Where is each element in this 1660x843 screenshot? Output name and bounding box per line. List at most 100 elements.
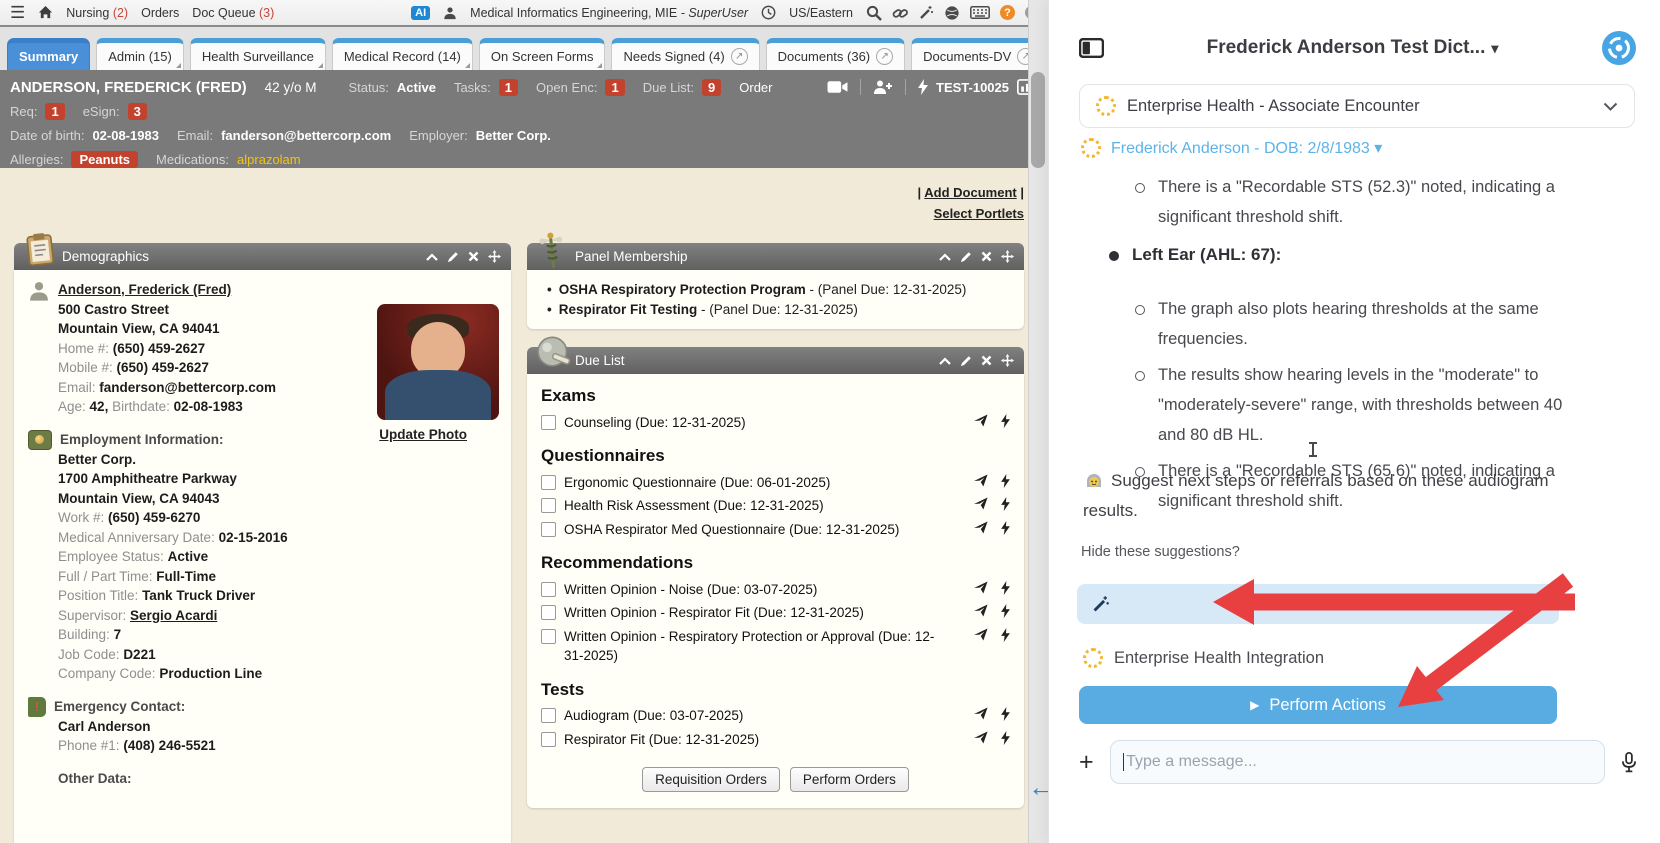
status-label: Status: <box>348 80 388 95</box>
bolt-icon[interactable] <box>918 79 928 95</box>
link-icon[interactable] <box>892 5 908 21</box>
checkbox[interactable] <box>541 629 556 644</box>
tasks-count-badge[interactable]: 1 <box>499 79 518 96</box>
nav-doc-queue[interactable]: Doc Queue (3) <box>192 6 274 20</box>
close-icon[interactable] <box>981 355 992 366</box>
nav-orders[interactable]: Orders <box>141 6 179 20</box>
order-link[interactable]: Order <box>739 80 772 95</box>
send-icon[interactable] <box>974 731 989 744</box>
bolt-icon[interactable] <box>1001 474 1010 488</box>
tab-needs-signed[interactable]: Needs Signed (4)↗ <box>611 38 759 70</box>
encounter-selector[interactable]: Enterprise Health - Associate Encounter <box>1079 84 1635 128</box>
req-count-badge[interactable]: 1 <box>45 103 64 120</box>
hide-suggestions-link[interactable]: Hide these suggestions? <box>1081 544 1240 560</box>
edit-icon[interactable] <box>447 251 459 263</box>
send-icon[interactable] <box>974 628 989 641</box>
send-icon[interactable] <box>974 497 989 510</box>
clock-icon[interactable] <box>761 5 776 20</box>
requisition-orders-button[interactable]: Requisition Orders <box>642 767 780 792</box>
checkbox[interactable] <box>541 415 556 430</box>
patient-name-link[interactable]: Anderson, Frederick (Fred) <box>58 280 276 300</box>
bolt-icon[interactable] <box>1001 581 1010 595</box>
tab-admin[interactable]: Admin (15) <box>96 38 184 70</box>
add-person-icon[interactable] <box>873 79 893 95</box>
address-line1: 500 Castro Street <box>58 300 276 320</box>
edit-icon[interactable] <box>960 251 972 263</box>
checkbox[interactable] <box>541 708 556 723</box>
bolt-icon[interactable] <box>1001 707 1010 721</box>
external-link-icon[interactable]: ↗ <box>731 48 748 65</box>
edit-icon[interactable] <box>960 355 972 367</box>
send-icon[interactable] <box>974 474 989 487</box>
add-document-link[interactable]: Add Document <box>924 185 1016 200</box>
scrollbar-thumb[interactable] <box>1031 72 1045 168</box>
keyboard-icon[interactable] <box>970 6 990 19</box>
bolt-icon[interactable] <box>1001 628 1010 642</box>
sidebar-toggle-icon[interactable] <box>1079 38 1104 58</box>
suggestion-text[interactable]: Suggest next steps or referrals based on… <box>1083 466 1593 526</box>
move-icon[interactable] <box>1001 250 1014 263</box>
tab-on-screen-forms[interactable]: On Screen Forms <box>479 38 606 70</box>
update-photo-link[interactable]: Update Photo <box>379 425 467 445</box>
bolt-icon[interactable] <box>1001 604 1010 618</box>
conversation-title[interactable]: Frederick Anderson Test Dict...▾ <box>1104 37 1601 59</box>
message-input[interactable]: Type a message... <box>1110 740 1605 784</box>
allergy-badge[interactable]: Peanuts <box>71 151 138 168</box>
mic-icon[interactable] <box>1621 752 1637 773</box>
wand-icon[interactable] <box>918 5 934 21</box>
tab-health-surveillance[interactable]: Health Surveillance <box>190 38 326 70</box>
globe-icon[interactable] <box>944 5 960 21</box>
esign-count-badge[interactable]: 3 <box>128 103 147 120</box>
checkbox[interactable] <box>541 522 556 537</box>
suggestion-action-bar[interactable] <box>1077 584 1559 624</box>
bolt-icon[interactable] <box>1001 497 1010 511</box>
open-enc-count-badge[interactable]: 1 <box>605 79 624 96</box>
tab-summary[interactable]: Summary <box>7 38 90 70</box>
video-camera-icon[interactable] <box>827 80 848 94</box>
hamburger-menu-icon[interactable]: ☰ <box>10 4 25 21</box>
move-icon[interactable] <box>1001 354 1014 367</box>
collapse-icon[interactable] <box>939 357 951 365</box>
ai-badge[interactable]: AI <box>411 6 430 20</box>
medication-value[interactable]: alprazolam <box>237 152 301 167</box>
perform-actions-button[interactable]: ▶ Perform Actions <box>1079 686 1557 724</box>
close-icon[interactable] <box>468 251 479 262</box>
bolt-icon[interactable] <box>1001 414 1010 428</box>
tab-medical-record[interactable]: Medical Record (14) <box>332 38 473 70</box>
home-icon[interactable] <box>38 5 53 20</box>
checkbox[interactable] <box>541 498 556 513</box>
bolt-icon[interactable] <box>1001 731 1010 745</box>
nav-nursing[interactable]: Nursing (2) <box>66 6 128 20</box>
external-link-icon[interactable]: ↗ <box>876 48 893 65</box>
panel-membership-header[interactable]: Panel Membership <box>527 243 1024 270</box>
other-data-title: Other Data: <box>58 769 497 789</box>
bolt-icon[interactable] <box>1001 521 1010 535</box>
checkbox[interactable] <box>541 475 556 490</box>
demographics-header[interactable]: Demographics <box>14 243 511 270</box>
collapse-icon[interactable] <box>939 253 951 261</box>
send-icon[interactable] <box>974 581 989 594</box>
send-icon[interactable] <box>974 604 989 617</box>
tab-documents[interactable]: Documents (36)↗ <box>766 38 905 70</box>
send-icon[interactable] <box>974 414 989 427</box>
search-icon[interactable] <box>866 5 882 21</box>
due-list-header[interactable]: Due List <box>527 347 1024 374</box>
patient-context-link[interactable]: Frederick Anderson - DOB: 2/8/1983 ▾ <box>1081 138 1382 158</box>
select-portlets-link[interactable]: Select Portlets <box>934 206 1024 221</box>
collapse-icon[interactable] <box>426 253 438 261</box>
help-icon[interactable]: ? <box>1000 5 1015 20</box>
timezone-label[interactable]: US/Eastern <box>789 6 853 20</box>
attach-button[interactable]: + <box>1079 750 1094 775</box>
perform-orders-button[interactable]: Perform Orders <box>790 767 909 792</box>
close-icon[interactable] <box>981 251 992 262</box>
checkbox[interactable] <box>541 582 556 597</box>
assistant-logo[interactable] <box>1601 30 1637 66</box>
supervisor-link[interactable]: Sergio Acardi <box>130 608 217 623</box>
tab-documents-dv[interactable]: Documents-DV↗ <box>911 38 1046 70</box>
move-icon[interactable] <box>488 250 501 263</box>
checkbox[interactable] <box>541 605 556 620</box>
due-list-count-badge[interactable]: 9 <box>702 79 721 96</box>
send-icon[interactable] <box>974 707 989 720</box>
send-icon[interactable] <box>974 521 989 534</box>
checkbox[interactable] <box>541 732 556 747</box>
